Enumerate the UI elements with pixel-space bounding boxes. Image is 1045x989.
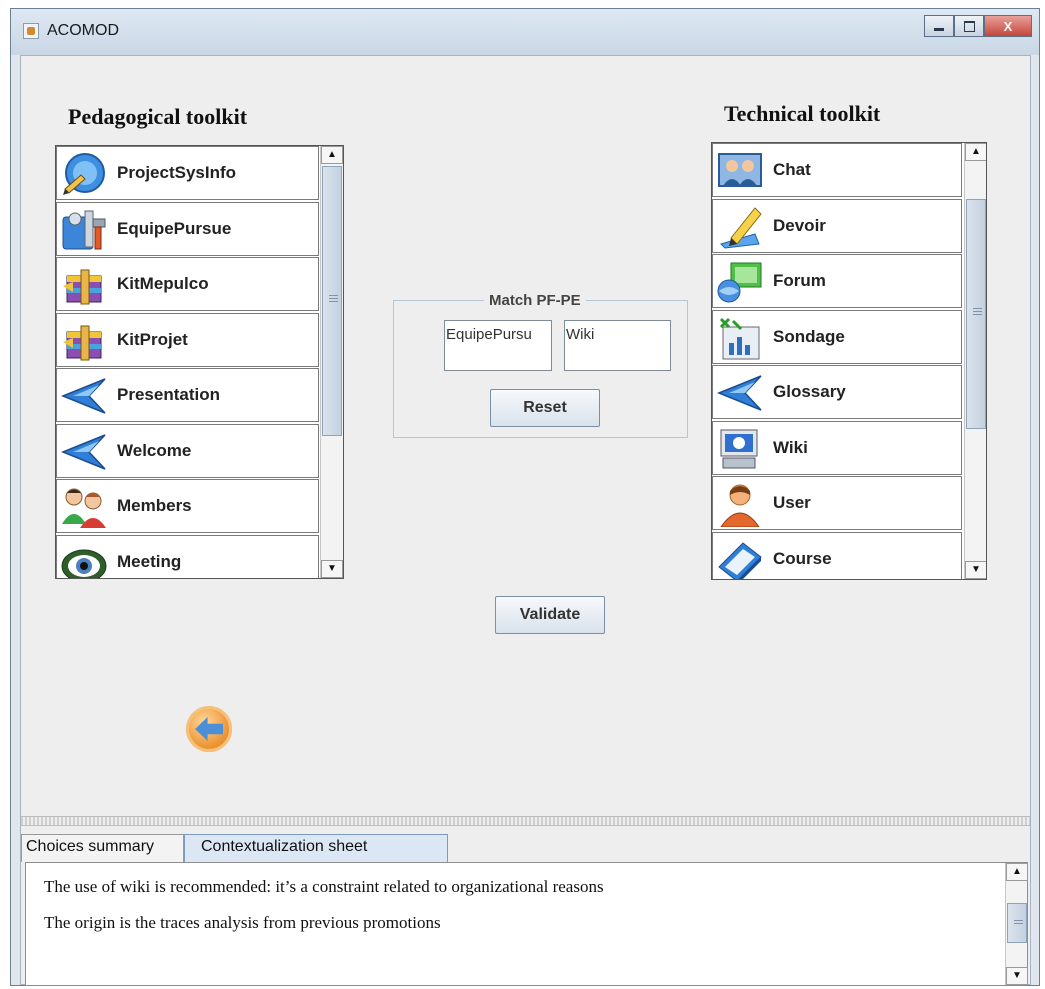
pedagogical-item-label: KitProjet [117,329,188,349]
pencil-icon [715,204,765,250]
technical-item-label: Sondage [773,326,845,346]
blue-arrow-icon [59,429,109,475]
pedagogical-list-item[interactable]: Welcome [56,423,319,478]
sheet-line-2: The origin is the traces analysis from p… [44,913,441,932]
technical-item-label: Course [773,548,832,568]
members-icon [59,484,109,530]
technical-item-label: User [773,493,811,512]
technical-list-item[interactable]: Forum [712,254,962,308]
minimize-button[interactable] [924,15,954,37]
sheet-scrollbar[interactable]: ▲ ▼ [1005,863,1028,985]
contextualization-text-area[interactable]: The use of wiki is recommended: it’s a c… [25,862,1028,986]
forum-icon [715,259,765,305]
technical-list-item[interactable]: Devoir [712,198,962,253]
app-window: ACOMOD X Pedagogical toolkit Technical t… [10,8,1040,986]
blue-arrow-icon [59,373,109,419]
technical-item-label: Wiki [773,437,808,457]
main-panel: Pedagogical toolkit Technical toolkit Me… [20,55,1031,986]
sheet-line-1: The use of wiki is recommended: it’s a c… [44,877,604,896]
match-pe-field[interactable]: Wiki [564,320,671,371]
pedagogical-list-item[interactable]: Presentation [56,368,319,422]
technical-list-item[interactable]: Course [712,531,962,579]
archive-box-icon [59,318,109,364]
window-title: ACOMOD [47,22,119,39]
technical-scrollbar[interactable]: ▲ ▼ [964,143,986,579]
scroll-down-button[interactable]: ▼ [965,561,986,579]
pedagogical-list-item[interactable]: KitProjet [56,312,319,367]
tab-choices-summary[interactable]: Choices summary [21,834,184,862]
technical-toolkit-title: Technical toolkit [724,101,881,126]
user-icon [715,481,765,528]
pedagogical-item-label: EquipePursue [117,218,232,238]
eye-icon [59,540,109,578]
scroll-up-button[interactable]: ▲ [321,146,343,164]
pedagogical-item-label: Meeting [117,551,182,571]
chat-icon [715,148,765,194]
pedagogical-item-label: KitMepulco [117,274,209,293]
technical-item-label: Devoir [773,215,826,235]
technical-list-item[interactable]: Chat [712,143,962,197]
scroll-thumb[interactable] [966,199,986,429]
maximize-icon [963,20,975,32]
tab-contextualization-sheet[interactable]: Contextualization sheet [184,834,448,862]
scroll-up-button[interactable]: ▲ [1006,863,1028,881]
split-pane-divider[interactable] [21,816,1030,826]
pedagogical-list-item[interactable]: EquipePursue [56,201,319,256]
pedagogical-item-label: Presentation [117,385,220,404]
maximize-button[interactable] [954,15,984,37]
tab-bar: Choices summary Contextualization sheet [21,834,448,862]
technical-list-item[interactable]: Wiki [712,420,962,475]
pedagogical-list[interactable]: Meeting Members Welcome Presentation KitProj… [55,145,344,579]
pedagogical-scrollbar[interactable]: ▲ ▼ [320,146,343,578]
pedagogical-list-item[interactable]: Members [56,479,319,533]
technical-list-item[interactable]: Sondage [712,309,962,364]
technical-item-label: Glossary [773,382,846,401]
close-button[interactable]: X [984,15,1032,37]
match-pf-field[interactable]: EquipePursu [444,320,552,371]
globe-pen-icon [59,151,109,197]
match-group: Match PF-PE EquipePursu Wiki Reset [393,292,688,438]
technical-item-label: Forum [773,271,826,290]
wiki-icon [715,426,765,472]
minimize-icon [934,28,944,31]
scroll-thumb[interactable] [322,166,342,436]
technical-list-item[interactable]: User [712,476,962,530]
pedagogical-toolkit-title: Pedagogical toolkit [68,104,248,129]
scroll-thumb[interactable] [1007,903,1027,943]
pedagogical-list-item[interactable]: ProjectSysInfo [56,146,319,200]
poll-icon [715,315,765,361]
technical-list[interactable]: Course User Wiki Glossary Sondage Forum Devoir… [711,142,987,580]
course-book-icon [715,537,765,579]
match-legend: Match PF-PE [484,292,586,309]
caption-buttons: X [924,15,1032,37]
technical-item-label: Chat [773,160,811,179]
technical-list-item[interactable]: Glossary [712,365,962,419]
reset-button[interactable]: Reset [490,389,600,427]
pedagogical-item-label: Members [117,496,192,515]
back-arrow-icon [195,717,223,741]
tools-icon [59,207,109,253]
pedagogical-item-label: Welcome [117,440,192,460]
java-app-icon [23,23,39,39]
close-icon: X [1003,18,1013,34]
archive-box-icon [59,262,109,308]
scroll-up-button[interactable]: ▲ [965,143,986,161]
pedagogical-list-item[interactable]: KitMepulco [56,257,319,311]
blue-arrow-icon [715,370,765,416]
scroll-down-button[interactable]: ▼ [321,560,343,578]
pedagogical-item-label: ProjectSysInfo [117,163,237,182]
pedagogical-list-item[interactable]: Meeting [56,534,319,578]
validate-button[interactable]: Validate [495,596,605,634]
scroll-down-button[interactable]: ▼ [1006,967,1028,985]
title-bar[interactable]: ACOMOD X [11,9,1039,55]
back-button[interactable] [186,706,232,752]
